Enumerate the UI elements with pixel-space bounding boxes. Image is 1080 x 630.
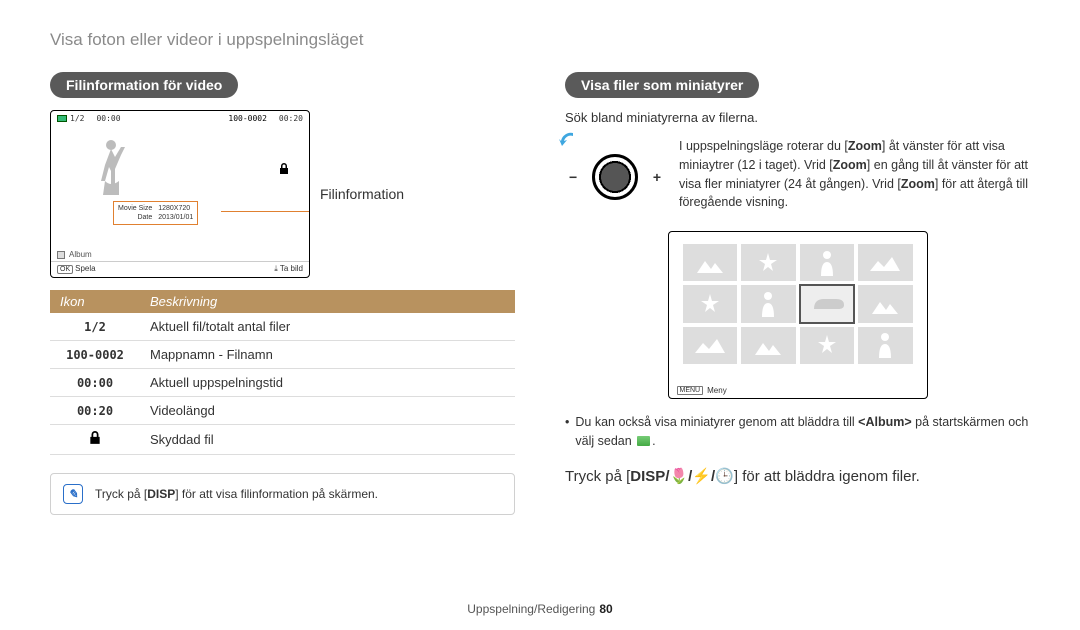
- heading-video-info: Filinformation för video: [50, 72, 238, 98]
- play-label: Spela: [75, 264, 95, 273]
- zoom-dial-icon: [592, 154, 638, 200]
- thumb-cell: [858, 327, 913, 364]
- lock-icon: [279, 163, 289, 178]
- thumb-cell: [800, 244, 855, 281]
- time-elapsed: 00:00: [96, 114, 120, 123]
- thumb-cell: [800, 327, 855, 364]
- zoom-dial-graphic: − +: [565, 137, 665, 217]
- callout-line: [221, 211, 310, 212]
- album-icon: [57, 251, 65, 259]
- right-column: Visa filer som miniatyrer Sök bland mini…: [565, 72, 1030, 515]
- table-row: 100-0002Mappnamn - Filnamn: [50, 341, 515, 369]
- video-file-icon: [57, 115, 67, 122]
- thumb-cell: [683, 285, 738, 322]
- menu-button-icon: MENU: [677, 386, 704, 395]
- thumb-cell: [741, 285, 796, 322]
- table-row: 00:20Videolängd: [50, 397, 515, 425]
- video-thumbnail-figure: [91, 137, 131, 197]
- thumbnails-subtext: Sök bland miniatyrerna av filerna.: [565, 110, 1030, 125]
- thumbnail-grid-screen: MENU Meny: [668, 231, 928, 399]
- table-row: 1/2Aktuell fil/totalt antal filer: [50, 313, 515, 341]
- folder-file-label: 100-0002: [228, 114, 267, 123]
- video-playback-screen: 1/2 00:00 100-0002 00:20 Movie Size1280X…: [50, 110, 310, 278]
- note-item: Du kan också visa miniatyrer genom att b…: [565, 413, 1030, 451]
- tip-text: Tryck på [DISP] för att visa filinformat…: [95, 487, 378, 501]
- thumb-cell: [858, 285, 913, 322]
- rotate-arrow-icon: [559, 131, 579, 151]
- th-icon: Ikon: [50, 290, 140, 313]
- video-duration: 00:20: [279, 114, 303, 123]
- file-info-overlay: Movie Size1280X720 Date2013/01/01: [113, 201, 198, 225]
- browse-instruction: Tryck på [DISP/🌷/⚡/🕒] för att bläddra ig…: [565, 467, 1030, 485]
- thumb-cell: [683, 327, 738, 364]
- th-desc: Beskrivning: [140, 290, 515, 313]
- ok-button-icon: OK: [57, 265, 73, 274]
- capture-label: Ta bild: [280, 264, 303, 273]
- lock-icon: [50, 425, 140, 455]
- nav-symbols: /🌷/⚡/🕒: [665, 468, 734, 485]
- plus-icon: +: [653, 169, 661, 185]
- thumb-cell-selected: [800, 285, 855, 322]
- table-row: Skyddad fil: [50, 425, 515, 455]
- thumb-cell: [858, 244, 913, 281]
- left-column: Filinformation för video 1/2 00:00 100-0…: [50, 72, 515, 515]
- table-row: 00:00Aktuell uppspelningstid: [50, 369, 515, 397]
- icon-description-table: Ikon Beskrivning 1/2Aktuell fil/totalt a…: [50, 290, 515, 455]
- minus-icon: −: [569, 169, 577, 185]
- album-label: Album: [69, 250, 92, 259]
- info-icon: ✎: [63, 484, 83, 504]
- landscape-icon: [637, 436, 650, 446]
- menu-label: Meny: [707, 386, 727, 395]
- file-counter: 1/2: [70, 114, 84, 123]
- page-title: Visa foton eller videor i uppspelningslä…: [50, 30, 1030, 50]
- callout-label: Filinformation: [320, 186, 404, 202]
- heading-thumbnails: Visa filer som miniatyrer: [565, 72, 759, 98]
- thumb-cell: [741, 327, 796, 364]
- thumb-cell: [683, 244, 738, 281]
- thumb-cell: [741, 244, 796, 281]
- zoom-instruction-text: I uppspelningsläge roterar du [Zoom] åt …: [679, 137, 1030, 212]
- tip-box: ✎ Tryck på [DISP] för att visa filinform…: [50, 473, 515, 515]
- page-footer: Uppspelning/Redigering80: [0, 602, 1080, 616]
